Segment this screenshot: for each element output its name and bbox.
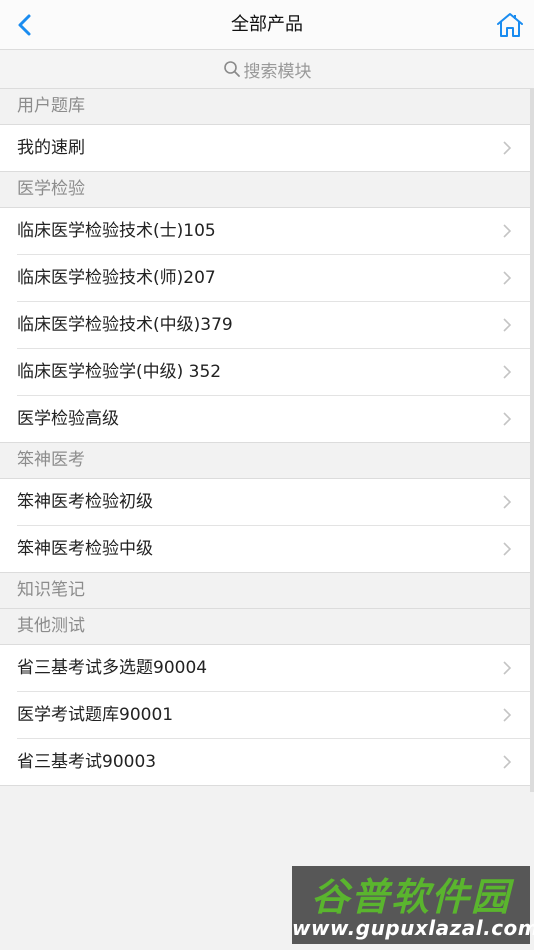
chevron-left-icon <box>18 14 31 36</box>
chevron-right-icon <box>503 708 512 722</box>
chevron-right-icon <box>503 318 512 332</box>
search-icon <box>223 61 240 77</box>
section-header-user-bank: 用户题库 <box>0 89 530 125</box>
chevron-right-icon <box>503 224 512 238</box>
list-item-label: 医学考试题库90001 <box>17 705 174 725</box>
watermark-brand: 谷普软件园 <box>310 874 511 919</box>
list-item[interactable]: 临床医学检验学(中级) 352 <box>0 349 530 396</box>
section-header-benshen: 笨神医考 <box>0 443 530 479</box>
chevron-right-icon <box>503 412 512 426</box>
list-item-label: 我的速刷 <box>17 138 85 158</box>
list-item[interactable]: 省三基考试多选题90004 <box>0 645 530 692</box>
back-button[interactable] <box>10 10 40 40</box>
chevron-right-icon <box>503 495 512 509</box>
list-item-label: 省三基考试90003 <box>17 752 157 772</box>
list-item-label: 临床医学检验技术(士)105 <box>17 221 216 241</box>
product-list: 用户题库 我的速刷 医学检验 临床医学检验技术(士)105 临床医学检验技术(师… <box>0 89 530 786</box>
chevron-right-icon <box>503 755 512 769</box>
watermark-logo: 谷普软件园 www.gupuxlazal.com <box>292 866 534 944</box>
navigation-bar: 全部产品 <box>0 0 534 50</box>
search-bar[interactable]: 搜索模块 <box>0 50 534 89</box>
list-item-label: 笨神医考检验初级 <box>17 492 153 512</box>
scrollbar[interactable] <box>530 89 534 792</box>
list-item[interactable]: 临床医学检验技术(师)207 <box>0 255 530 302</box>
list-item-label: 临床医学检验学(中级) 352 <box>17 362 222 382</box>
chevron-right-icon <box>503 365 512 379</box>
chevron-right-icon <box>503 271 512 285</box>
list-item-label: 临床医学检验技术(中级)379 <box>17 315 233 335</box>
section-header-notes: 知识笔记 <box>0 573 530 609</box>
list-item[interactable]: 临床医学检验技术(士)105 <box>0 208 530 255</box>
section-header-lab: 医学检验 <box>0 172 530 208</box>
chevron-right-icon <box>503 542 512 556</box>
search-placeholder: 搜索模块 <box>243 61 312 82</box>
list-item[interactable]: 临床医学检验技术(中级)379 <box>0 302 530 349</box>
chevron-right-icon <box>503 141 512 155</box>
list-item[interactable]: 医学考试题库90001 <box>0 692 530 739</box>
home-button[interactable] <box>496 11 524 39</box>
chevron-right-icon <box>503 661 512 675</box>
list-item[interactable]: 笨神医考检验中级 <box>0 526 530 573</box>
watermark-url: www.gupuxlazal.com <box>292 916 534 940</box>
list-item[interactable]: 省三基考试90003 <box>0 739 530 786</box>
home-icon <box>497 13 523 37</box>
list-item-label: 临床医学检验技术(师)207 <box>17 268 216 288</box>
list-item-label: 医学检验高级 <box>17 409 119 429</box>
search-input[interactable]: 搜索模块 <box>223 57 312 82</box>
list-item-label: 省三基考试多选题90004 <box>17 658 208 678</box>
list-item[interactable]: 笨神医考检验初级 <box>0 479 530 526</box>
page-title: 全部产品 <box>231 14 303 35</box>
list-item[interactable]: 我的速刷 <box>0 125 530 172</box>
list-item-label: 笨神医考检验中级 <box>17 539 153 559</box>
list-item[interactable]: 医学检验高级 <box>0 396 530 443</box>
section-header-other: 其他测试 <box>0 609 530 645</box>
